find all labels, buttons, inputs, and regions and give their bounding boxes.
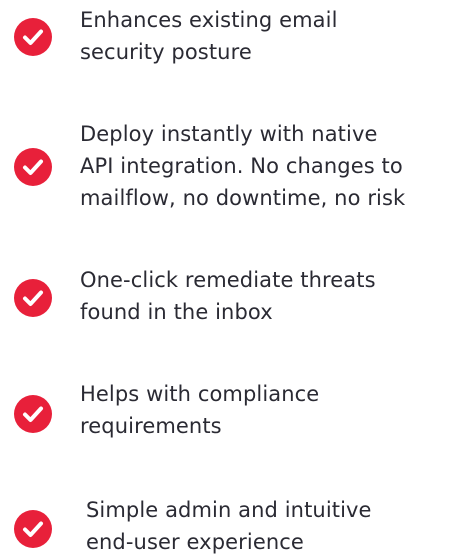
feature-text-line: One-click remediate threats [80, 268, 376, 292]
feature-text: One-click remediate threats found in the… [80, 264, 376, 328]
feature-text: Deploy instantly with native API integra… [80, 118, 405, 214]
feature-text-line: Simple admin and intuitive [86, 498, 372, 522]
checkmark-circle-icon [14, 148, 52, 186]
feature-text-line: Enhances existing email [80, 8, 338, 32]
feature-text-line: mailflow, no downtime, no risk [80, 186, 406, 210]
feature-text-line: Helps with compliance [80, 382, 320, 406]
feature-text-line: requirements [80, 414, 222, 438]
feature-text-line: Deploy instantly with native [80, 122, 378, 146]
checkmark-circle-icon [14, 510, 52, 548]
checkmark-circle-icon [14, 395, 52, 433]
feature-text-line: end-user experience [86, 530, 304, 554]
feature-text-line: security posture [80, 40, 252, 64]
feature-text: Simple admin and intuitive end-user expe… [86, 494, 372, 558]
feature-text-line: API integration. No changes to [80, 154, 403, 178]
feature-text: Helps with compliance requirements [80, 378, 319, 442]
checkmark-circle-icon [14, 18, 52, 56]
checkmark-circle-icon [14, 279, 52, 317]
feature-text-line: found in the inbox [80, 300, 273, 324]
feature-text: Enhances existing email security posture [80, 4, 338, 68]
